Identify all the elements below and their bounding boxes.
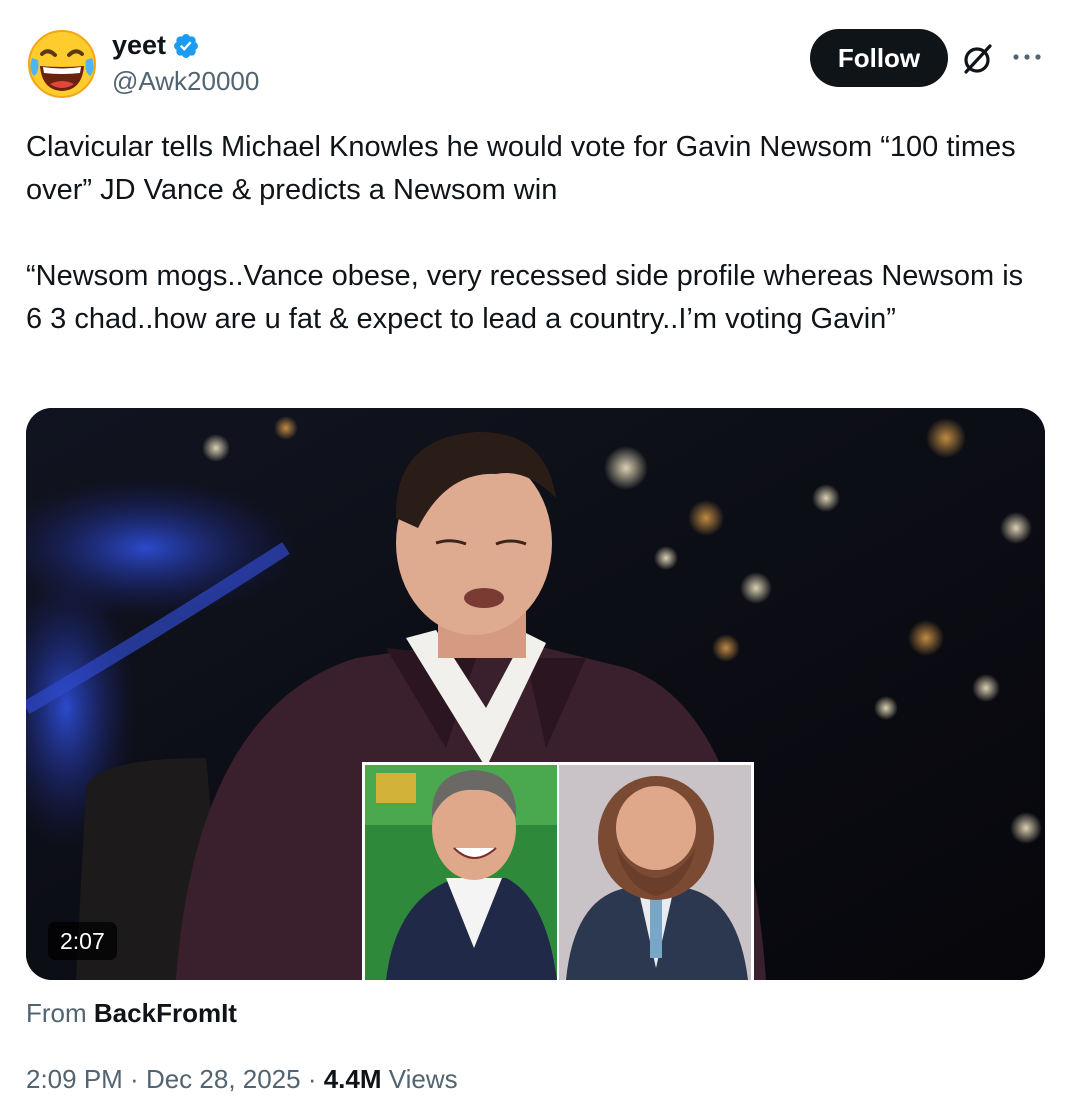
video-source: From BackFromIt xyxy=(26,998,237,1029)
display-name[interactable]: yeet xyxy=(112,30,166,61)
video-player[interactable]: 2:07 xyxy=(26,408,1045,980)
verified-badge-icon xyxy=(174,33,199,58)
tweet-text: Clavicular tells Michael Knowles he woul… xyxy=(26,131,1024,335)
source-account-link[interactable]: BackFromIt xyxy=(94,998,237,1028)
views-label: Views xyxy=(388,1064,458,1094)
avatar[interactable] xyxy=(26,28,98,100)
face-with-tears-of-joy-icon xyxy=(28,30,96,98)
views-count[interactable]: 4.4M xyxy=(324,1064,382,1094)
video-duration-badge: 2:07 xyxy=(48,922,117,960)
author-name-row[interactable]: yeet xyxy=(112,30,200,61)
post-time[interactable]: 2:09 PM xyxy=(26,1064,123,1094)
meta-separator: · xyxy=(300,1064,324,1094)
grok-icon[interactable] xyxy=(960,41,996,77)
post-date[interactable]: Dec 28, 2025 xyxy=(146,1064,301,1094)
more-horizontal-icon[interactable] xyxy=(1010,44,1044,70)
source-prefix: From xyxy=(26,998,87,1028)
meta-separator: · xyxy=(122,1064,146,1094)
author-handle[interactable]: @Awk20000 xyxy=(112,66,259,97)
tweet-metadata: 2:09 PM · Dec 28, 2025 · 4.4M Views xyxy=(26,1064,458,1095)
follow-button[interactable]: Follow xyxy=(810,29,948,87)
video-thumbnail xyxy=(26,408,1045,980)
